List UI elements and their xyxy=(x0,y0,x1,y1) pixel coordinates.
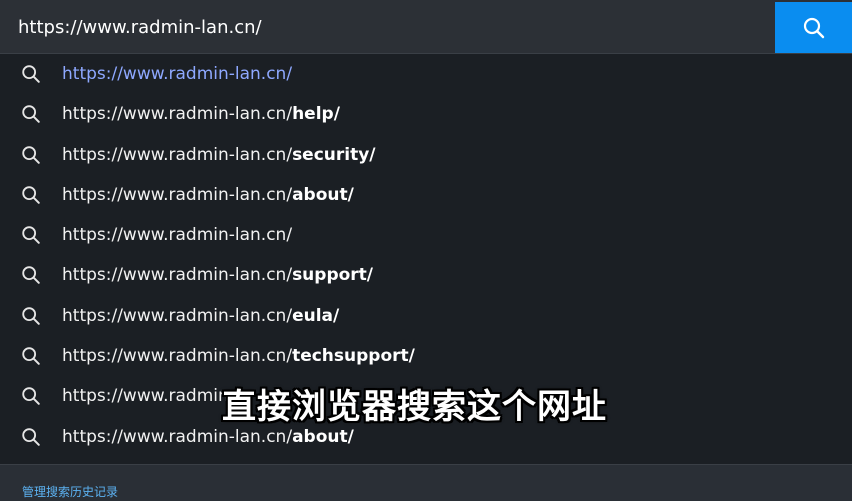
search-button[interactable] xyxy=(775,2,852,53)
search-icon xyxy=(22,347,40,365)
address-bar: https://www.radmin-lan.cn/ xyxy=(0,0,852,54)
search-icon xyxy=(22,266,40,285)
manage-history-link[interactable]: 管理搜索历史记录 xyxy=(22,483,118,500)
suggestion-footer: 管理搜索历史记录 xyxy=(0,464,852,501)
suggestion-item[interactable]: https://www.radmin-lan.cn/security/ xyxy=(0,135,852,175)
suggestion-label: https://www.radmin-lan.cn/support/ xyxy=(62,265,374,286)
search-icon xyxy=(22,105,40,124)
suggestion-item[interactable]: https://www.radmin-lan.cn/techsupport/ xyxy=(0,336,852,376)
search-icon xyxy=(22,307,40,325)
search-icon xyxy=(22,427,40,446)
suggestion-label: https://www.radmin-lan.cn/eula/ xyxy=(62,305,340,326)
suggestion-label: https://www.radmin-lan.cn/ xyxy=(62,64,293,84)
search-icon xyxy=(22,65,40,83)
search-icon xyxy=(22,226,40,244)
suggestion-item[interactable]: https://www.radmin-lan.cn/about/ xyxy=(0,175,852,215)
suggestion-label: https://www.radmin-lan.cn/help/ xyxy=(62,104,340,125)
suggestion-item[interactable]: https://www.radmin-lan.cn/ xyxy=(0,215,852,255)
suggestion-label: https://www.radmin-lan.cn/about/ xyxy=(62,184,354,205)
video-caption: 直接浏览器搜索这个网址 xyxy=(222,387,607,427)
suggestion-label: https://www.radmin-lan.cn/techsupport/ xyxy=(62,346,415,367)
suggestion-item[interactable]: https://www.radmin-lan.cn/ xyxy=(0,54,852,94)
suggestion-label: https://www.radmin-lan.cn/ xyxy=(62,225,293,246)
suggestion-item[interactable]: https://www.radmin-lan.cn/help/ xyxy=(0,94,852,134)
search-icon xyxy=(22,387,40,406)
search-icon xyxy=(22,186,40,204)
search-icon xyxy=(803,17,824,38)
suggestion-label: https://www.radmin-lan.cn/security/ xyxy=(62,144,376,165)
suggestion-item[interactable]: https://www.radmin-lan.cn/support/ xyxy=(0,255,852,295)
suggestion-item[interactable]: https://www.radmin-lan.cn/eula/ xyxy=(0,296,852,336)
suggestion-label: https://www.radmin- xyxy=(62,386,235,407)
search-input[interactable]: https://www.radmin-lan.cn/ xyxy=(18,14,758,42)
search-icon xyxy=(22,145,40,164)
